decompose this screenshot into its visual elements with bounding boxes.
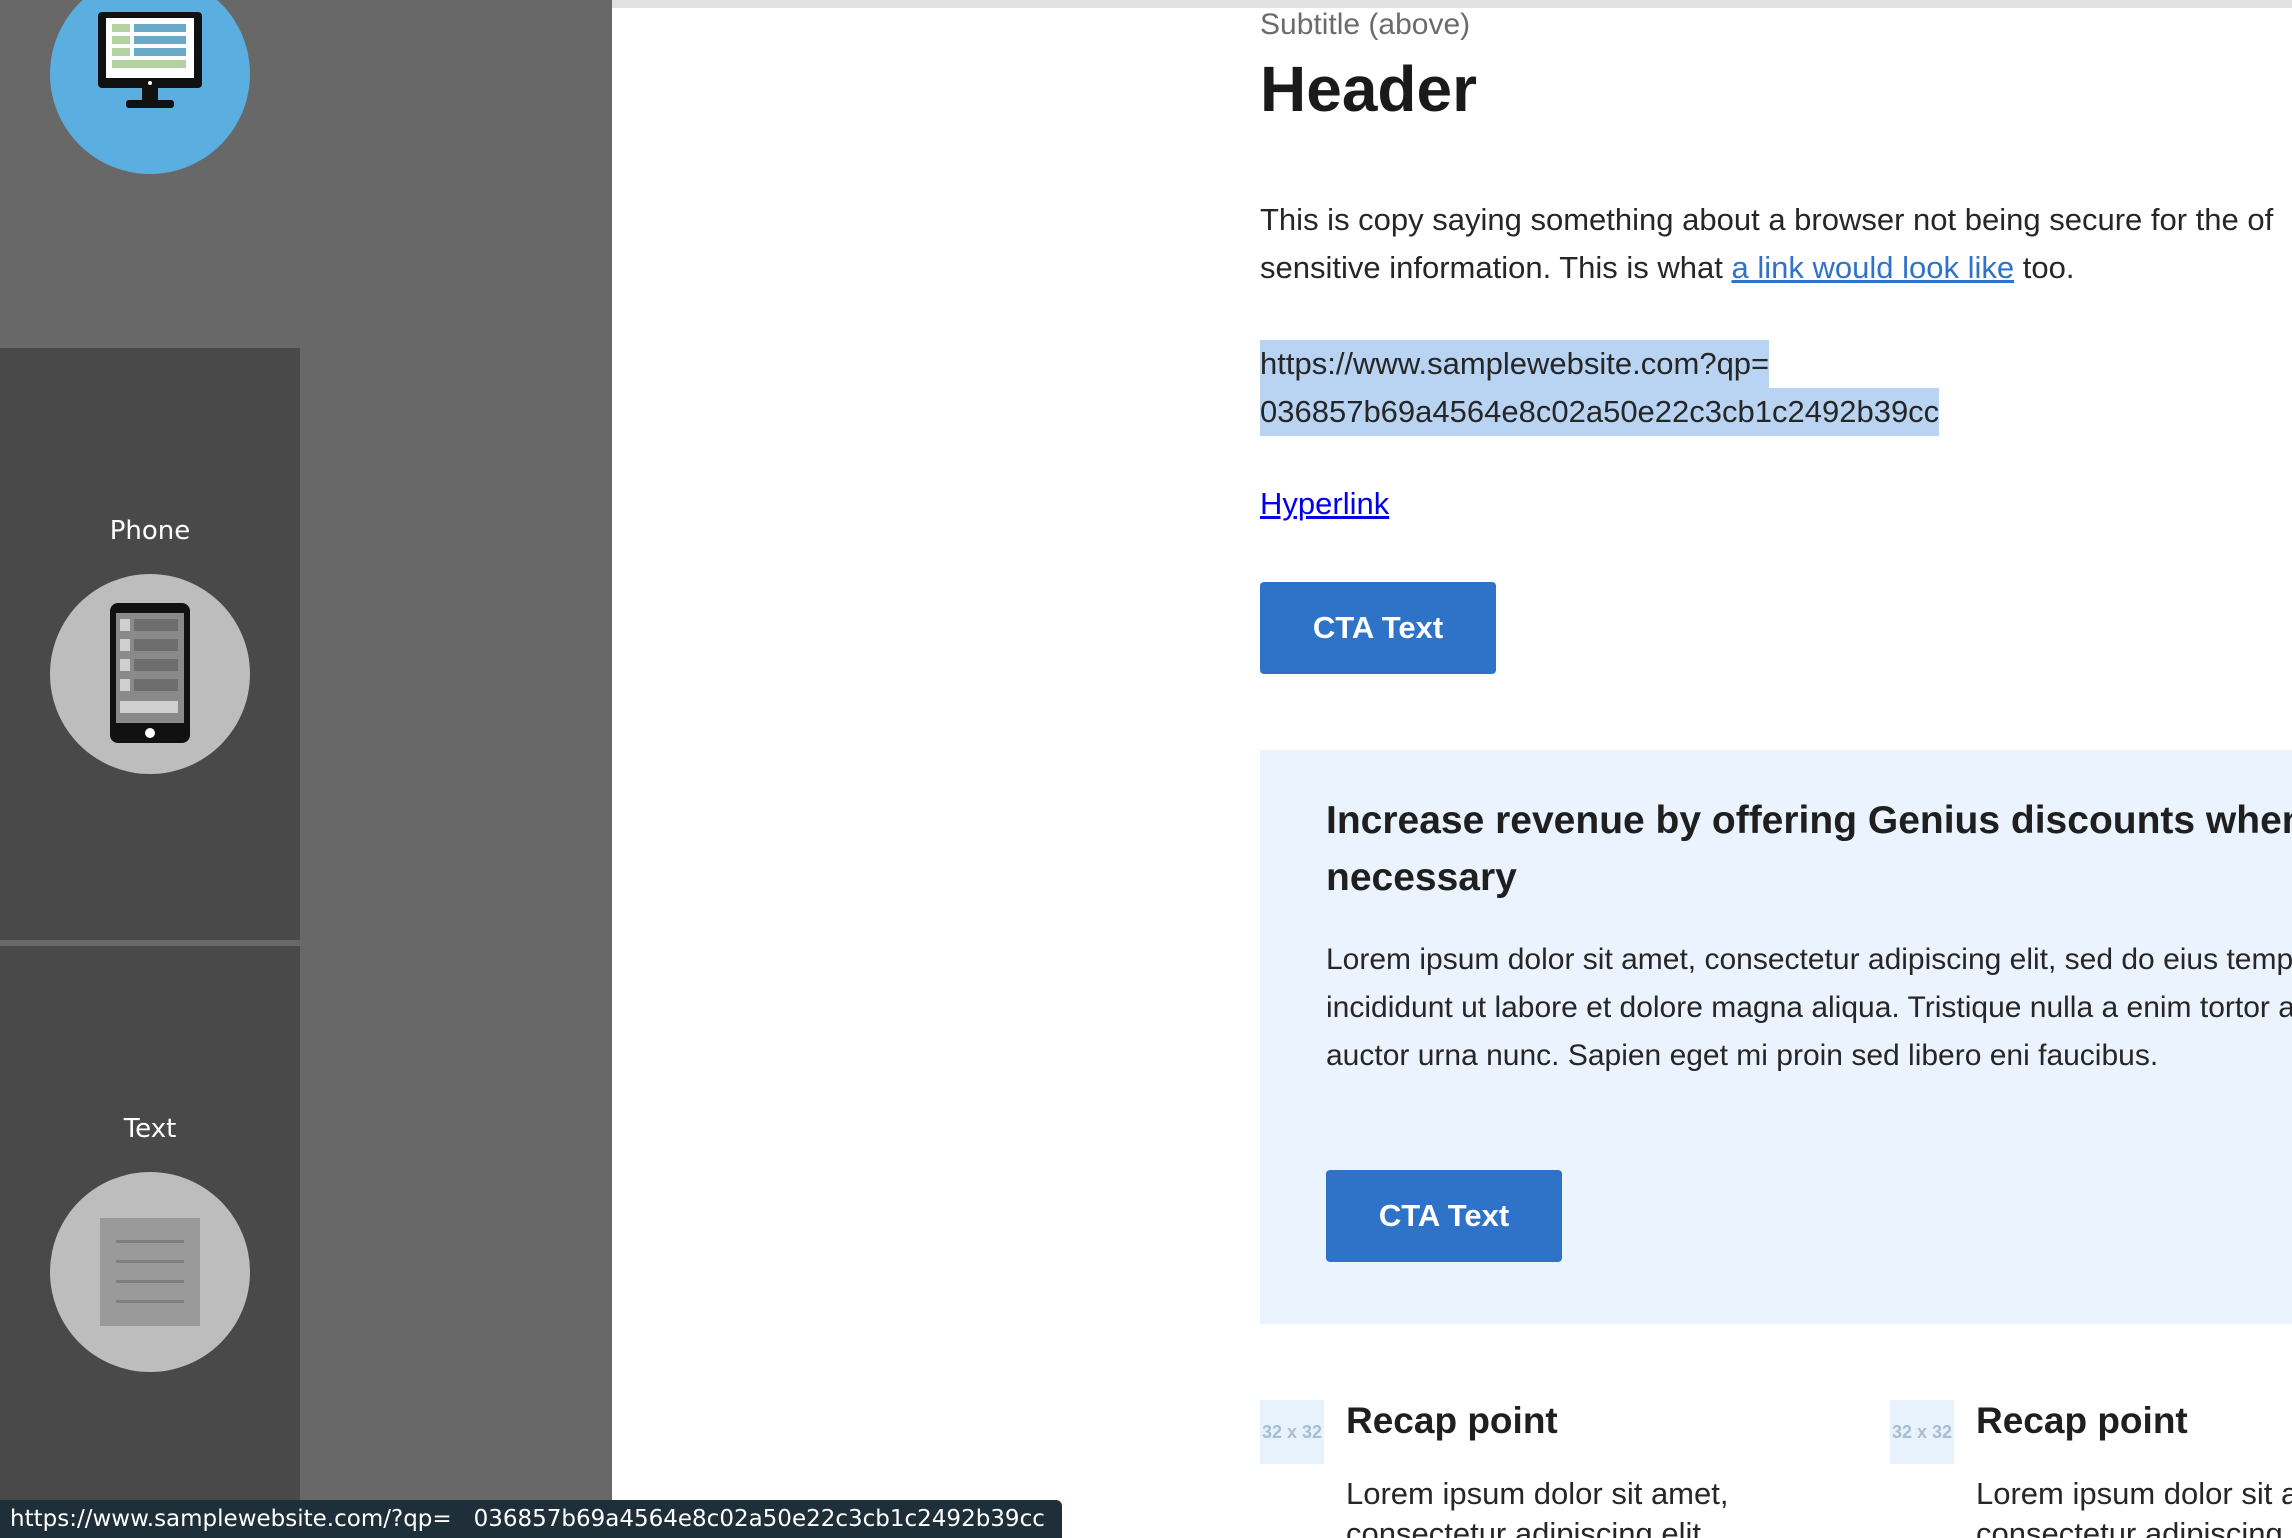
hyperlink[interactable]: Hyperlink	[1260, 486, 1389, 522]
promo-title: Increase revenue by offering Genius disc…	[1326, 799, 2292, 899]
document-icon	[100, 1218, 200, 1326]
selected-url-line-2: 036857b69a4564e8c02a50e22c3cb1c2492b39cc	[1260, 388, 1940, 436]
page: Phone Text Subtitle (above) Header This …	[0, 0, 2292, 1538]
phone-preview-button[interactable]	[50, 574, 250, 774]
promo-cta-button[interactable]: CTA Text	[1326, 1170, 1562, 1262]
body-copy: This is copy saying something about a br…	[1260, 196, 2292, 292]
text-tile-label: Text	[123, 1114, 177, 1144]
recap-body: Lorem ipsum dolor sit amet, consectetur …	[1346, 1476, 1729, 1538]
promo-card: Increase revenue by offering Genius disc…	[1260, 750, 2292, 1324]
recap-title: Recap point	[1346, 1400, 1558, 1441]
placeholder-image: 32 x 32	[1260, 1400, 1324, 1464]
desktop-monitor-icon	[98, 12, 202, 108]
body-copy-text-end: too.	[2014, 250, 2075, 285]
cta-button[interactable]: CTA Text	[1260, 582, 1496, 674]
desktop-preview-button[interactable]	[50, 0, 250, 174]
phone-tile-label: Phone	[109, 516, 191, 546]
email-content: Subtitle (above) Header This is copy say…	[1260, 0, 2292, 1538]
text-preview-tile[interactable]: Text	[0, 946, 300, 1538]
inline-link[interactable]: a link would look like	[1732, 250, 2015, 285]
selected-url-line-1: https://www.samplewebsite.com?qp=	[1260, 340, 1770, 388]
link-status-bar: https://www.samplewebsite.com/?qp= 03685…	[0, 1500, 1062, 1538]
phone-preview-tile[interactable]: Phone	[0, 348, 300, 940]
selected-url[interactable]: https://www.samplewebsite.com?qp= 036857…	[1260, 340, 1940, 436]
placeholder-image: 32 x 32	[1890, 1400, 1954, 1464]
recap-title: Recap point	[1976, 1400, 2188, 1441]
subtitle: Subtitle (above)	[1260, 8, 1471, 41]
promo-body: Lorem ipsum dolor sit amet, consectetur …	[1326, 943, 2292, 1072]
phone-icon	[110, 603, 190, 743]
text-preview-button[interactable]	[50, 1172, 250, 1372]
preview-rail: Phone Text	[0, 0, 612, 1538]
recap-body: Lorem ipsum dolor sit amet, consectetur …	[1976, 1476, 2292, 1538]
page-title: Header	[1260, 53, 1477, 125]
